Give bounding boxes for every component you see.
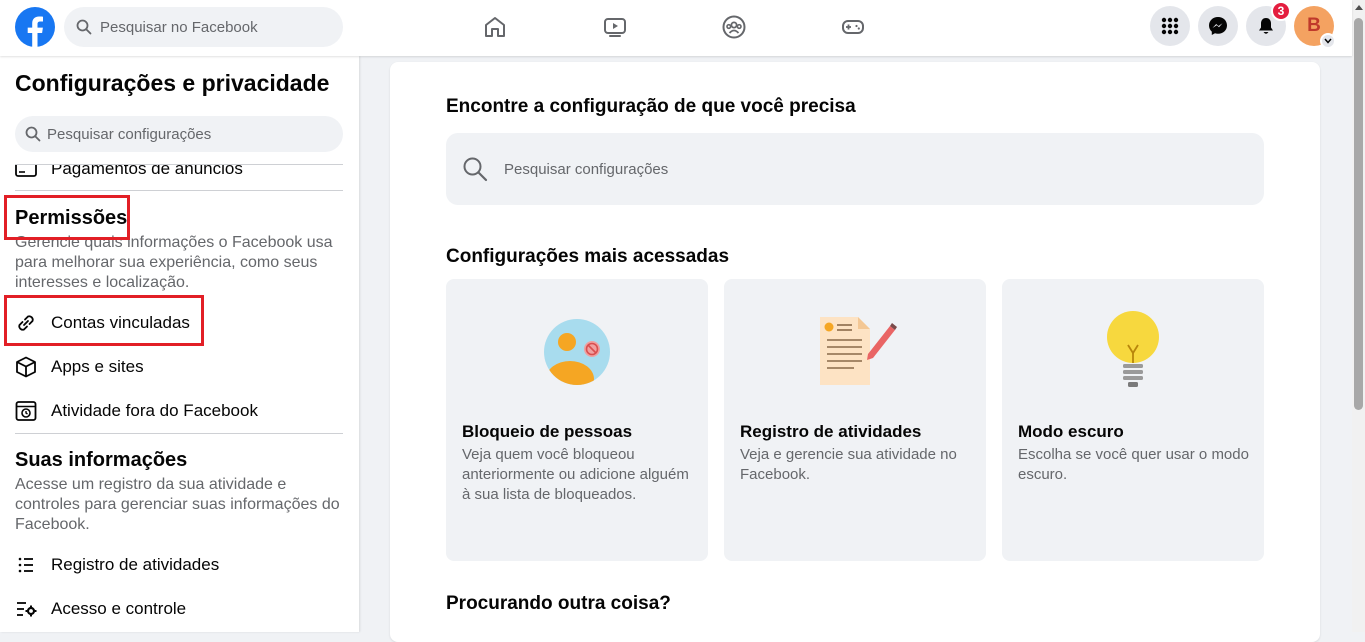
search-icon (463, 157, 488, 182)
search-placeholder: Pesquisar no Facebook (100, 18, 258, 36)
messenger-button[interactable] (1198, 6, 1238, 46)
main-heading: Encontre a configuração de que você prec… (446, 96, 856, 117)
search-placeholder: Pesquisar configurações (47, 125, 212, 143)
notification-count-badge: 3 (1271, 1, 1291, 21)
divider (15, 190, 343, 191)
card-description: Escolha se você quer usar o modo escuro. (1018, 446, 1249, 483)
card-activity-log[interactable]: Registro de atividades Veja e gerencie s… (724, 279, 986, 561)
scrollbar-thumb[interactable] (1354, 18, 1363, 410)
card-title: Modo escuro (1018, 422, 1124, 441)
card-description: Veja quem você bloqueou anteriormente ou… (462, 446, 689, 503)
list-icon (12, 553, 40, 577)
gaming-icon[interactable] (836, 10, 870, 44)
search-icon (25, 126, 41, 142)
sidebar-item-label: Acesso e controle (51, 599, 187, 618)
divider (15, 433, 343, 434)
card-title: Bloqueio de pessoas (462, 422, 633, 441)
sidebar-item-off-facebook-activity[interactable]: Atividade fora do Facebook (12, 391, 342, 431)
highlight-box-permissions (4, 195, 130, 240)
section-description-permissions: Gerencie quais informações o Facebook us… (15, 234, 333, 291)
sidebar-item-access-and-control[interactable]: Acesso e controle (12, 589, 342, 629)
activity-log-icon (820, 317, 897, 385)
list-gear-icon (12, 597, 40, 621)
section-title-your-information: Suas informações (15, 449, 188, 471)
facebook-logo-icon[interactable] (14, 6, 56, 48)
divider (15, 164, 343, 165)
sidebar-item-label: Apps e sites (51, 357, 144, 376)
menu-grid-button[interactable] (1150, 6, 1190, 46)
highlight-box-linked-accounts (4, 295, 204, 346)
page-scrollbar[interactable] (1352, 0, 1365, 632)
lightbulb-icon (1107, 311, 1159, 387)
sidebar-item-label: Atividade fora do Facebook (51, 401, 258, 420)
settings-main-panel: Encontre a configuração de que você prec… (390, 62, 1320, 642)
sidebar-item-label: Registro de atividades (51, 555, 220, 574)
card-description: Veja e gerencie sua atividade no Faceboo… (740, 446, 957, 483)
sidebar-title: Configurações e privacidade (15, 70, 330, 96)
facebook-search-input[interactable]: Pesquisar no Facebook (64, 7, 343, 47)
messenger-icon (1209, 17, 1227, 35)
settings-sidebar: Configurações e privacidade Pesquisar co… (0, 56, 359, 632)
history-icon (12, 399, 40, 423)
scroll-up-arrow-icon[interactable] (1355, 5, 1363, 10)
bell-icon (1259, 18, 1273, 34)
section-description-your-information: Acesse um registro da sua atividade e co… (15, 476, 340, 533)
main-settings-search-input[interactable]: Pesquisar configurações (446, 133, 1264, 205)
card-dark-mode[interactable]: Modo escuro Escolha se você quer usar o … (1002, 279, 1264, 561)
sidebar-item-apps-and-sites[interactable]: Apps e sites (12, 347, 342, 387)
menu-grid-icon (1161, 17, 1179, 35)
card-title: Registro de atividades (740, 422, 922, 441)
most-accessed-heading: Configurações mais acessadas (446, 246, 730, 267)
watch-icon[interactable] (598, 10, 632, 44)
home-icon[interactable] (478, 10, 512, 44)
cube-icon (12, 355, 40, 379)
search-icon (76, 19, 92, 35)
settings-search-input[interactable]: Pesquisar configurações (15, 116, 343, 152)
blocked-person-icon (544, 319, 610, 385)
groups-icon[interactable] (717, 10, 751, 44)
top-navigation-bar: Pesquisar no Facebook 3 B (0, 0, 1352, 56)
sidebar-item-activity-log[interactable]: Registro de atividades (12, 545, 342, 585)
scroll-mask (0, 152, 359, 164)
account-chevron-down-icon[interactable] (1320, 33, 1336, 49)
looking-for-something-else-heading: Procurando outra coisa? (446, 593, 671, 614)
search-placeholder: Pesquisar configurações (504, 160, 669, 178)
card-blocking[interactable]: Bloqueio de pessoas Veja quem você bloqu… (446, 279, 708, 561)
